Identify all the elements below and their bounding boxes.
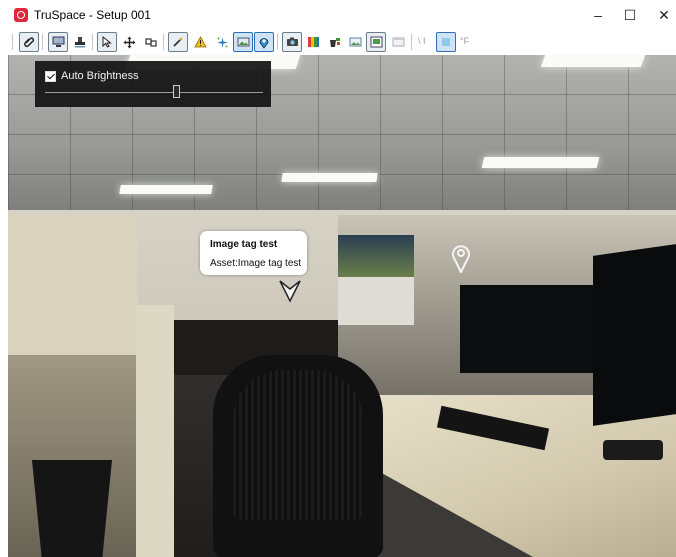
connect-icon[interactable]	[141, 32, 161, 52]
computer-monitor	[460, 285, 595, 373]
sparkle-icon[interactable]	[212, 32, 232, 52]
select-pointer-icon[interactable]	[97, 32, 117, 52]
ceiling-light	[119, 185, 213, 194]
app-logo-icon	[14, 8, 28, 22]
toolbar-separator	[42, 34, 43, 50]
title-bar: TruSpace - Setup 001 – ☐ ✕	[0, 0, 676, 30]
toolbar-separator	[92, 34, 93, 50]
tag-title: Image tag test	[210, 239, 278, 250]
auto-brightness-checkbox[interactable]	[45, 71, 56, 82]
temperature-toggle-button[interactable]	[436, 32, 456, 52]
tag-asset: Asset:Image tag test	[210, 258, 302, 269]
toolbar-separator	[411, 34, 412, 50]
auto-brightness-label: Auto Brightness	[61, 70, 139, 82]
image-tag-icon[interactable]	[233, 32, 253, 52]
image-tag-marker-icon[interactable]	[278, 277, 302, 303]
ceiling-light	[481, 157, 600, 168]
office-chair-mesh	[233, 370, 363, 520]
ceiling-light	[281, 173, 378, 182]
brightness-slider-track[interactable]	[45, 92, 263, 93]
desk-phone	[603, 440, 663, 460]
ceiling-light	[540, 55, 646, 67]
toolbar: \ I °F	[0, 30, 676, 55]
computer-monitor	[593, 244, 676, 426]
temperature-icon[interactable]: °F	[460, 36, 469, 46]
cubicle-post	[136, 305, 174, 557]
cubicle-panel	[8, 215, 138, 360]
image-icon[interactable]	[345, 32, 365, 52]
window-icon[interactable]	[388, 32, 408, 52]
stamp-icon[interactable]	[70, 32, 90, 52]
screenshot-icon[interactable]	[366, 32, 386, 52]
window-title: TruSpace - Setup 001	[34, 8, 151, 22]
toolbar-separator	[163, 34, 164, 50]
move-icon[interactable]	[119, 32, 139, 52]
minimize-button[interactable]: –	[584, 4, 612, 26]
color-palette-icon[interactable]	[303, 32, 323, 52]
location-pin-marker-icon[interactable]	[451, 243, 471, 273]
magic-wand-icon[interactable]	[168, 32, 188, 52]
close-button[interactable]: ✕	[650, 4, 676, 26]
panorama-viewport[interactable]: Auto Brightness Image tag test Asset:Ima…	[8, 55, 676, 557]
calendar-photo	[338, 235, 414, 277]
clip-icon[interactable]	[19, 32, 39, 52]
toolbar-separator	[277, 34, 278, 50]
monitor-icon[interactable]	[48, 32, 68, 52]
measure-icon[interactable]: \ I	[418, 36, 426, 46]
bucket-icon[interactable]	[324, 32, 344, 52]
camera-icon[interactable]	[282, 32, 302, 52]
trash-bin	[32, 460, 112, 557]
image-tag-tooltip[interactable]: Image tag test Asset:Image tag test	[200, 231, 307, 275]
location-pin-icon[interactable]	[254, 32, 274, 52]
warning-icon[interactable]	[190, 32, 210, 52]
toolbar-separator	[12, 34, 13, 50]
brightness-slider-thumb[interactable]	[172, 85, 180, 98]
brightness-panel: Auto Brightness	[35, 61, 271, 107]
maximize-button[interactable]: ☐	[616, 4, 644, 26]
